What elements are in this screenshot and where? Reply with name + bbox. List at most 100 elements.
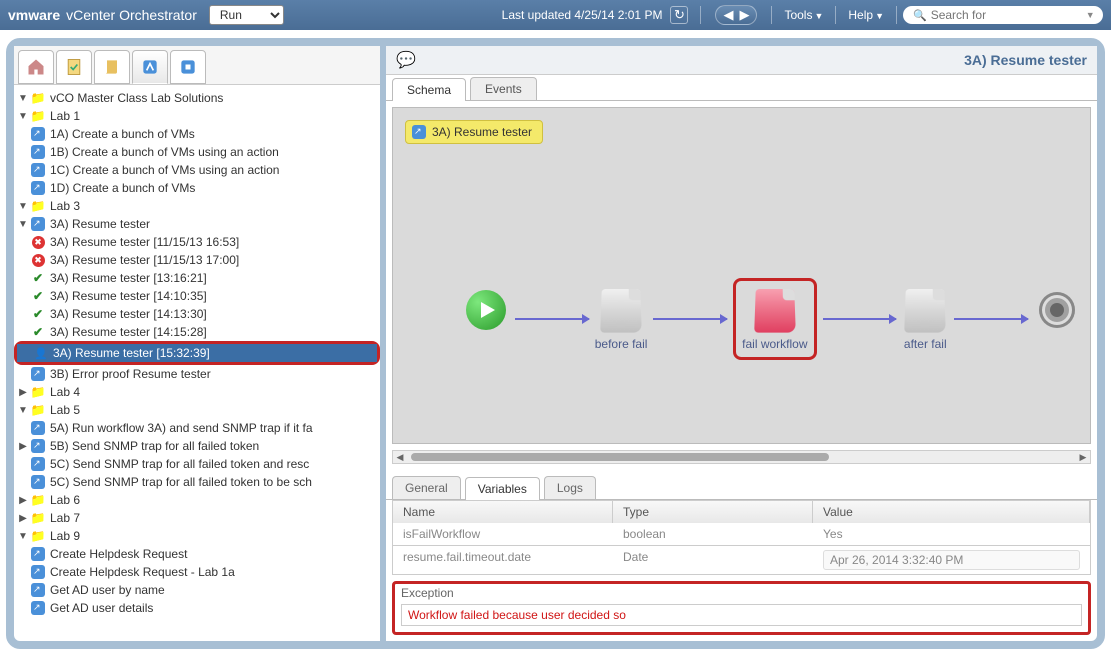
tree-run-ok[interactable]: 3A) Resume tester [14:15:28]	[14, 323, 380, 341]
tree-run-error[interactable]: 3A) Resume tester [11/15/13 16:53]	[14, 233, 380, 251]
last-updated-label: Last updated 4/25/14 2:01 PM	[502, 8, 663, 22]
tree-wf[interactable]: Get AD user by name	[14, 581, 380, 599]
help-menu[interactable]: Help▼	[848, 8, 884, 22]
search-icon: 🔍	[913, 9, 927, 22]
exception-label: Exception	[395, 584, 1088, 602]
tree-wf[interactable]: 5C) Send SNMP trap for all failed token …	[14, 473, 380, 491]
exception-panel: Exception Workflow failed because user d…	[392, 581, 1091, 635]
col-header-value[interactable]: Value	[813, 501, 1090, 523]
tree-wf[interactable]: 5B) Send SNMP trap for all failed token	[14, 437, 380, 455]
col-header-type[interactable]: Type	[613, 501, 813, 523]
tree-wf-3b[interactable]: 3B) Error proof Resume tester	[14, 365, 380, 383]
workflow-tree[interactable]: vCO Master Class Lab Solutions Lab 1 1A)…	[14, 85, 380, 641]
page-title: 3A) Resume tester	[426, 52, 1087, 68]
tree-wf[interactable]: Get AD user details	[14, 599, 380, 617]
highlighted-tree-selection: 3A) Resume tester [15:32:39]	[14, 341, 380, 365]
arrow-icon	[823, 318, 897, 320]
running-icon	[33, 345, 49, 361]
tree-run-error[interactable]: 3A) Resume tester [11/15/13 17:00]	[14, 251, 380, 269]
mode-selector[interactable]: Run	[209, 5, 284, 25]
tree-folder-lab5[interactable]: Lab 5	[14, 401, 380, 419]
exception-message: Workflow failed because user decided so	[401, 604, 1082, 626]
tree-run-ok[interactable]: 3A) Resume tester [13:16:21]	[14, 269, 380, 287]
highlighted-fail-node: fail workflow	[733, 278, 816, 360]
speech-icon[interactable]: 💬	[396, 50, 416, 70]
arrow-icon	[653, 318, 727, 320]
tree-folder-lab4[interactable]: Lab 4	[14, 383, 380, 401]
error-icon	[30, 252, 46, 268]
col-header-name[interactable]: Name	[393, 501, 613, 523]
tree-folder-lab7[interactable]: Lab 7	[14, 509, 380, 527]
tree-run-selected[interactable]: 3A) Resume tester [15:32:39]	[17, 344, 377, 362]
error-icon	[30, 234, 46, 250]
right-header: 💬 3A) Resume tester	[386, 46, 1097, 75]
tree-folder-lab9[interactable]: Lab 9	[14, 527, 380, 545]
script-node-before[interactable]: before fail	[595, 287, 648, 351]
tab-events[interactable]: Events	[470, 77, 537, 100]
arrow-icon	[954, 318, 1028, 320]
start-node[interactable]	[463, 287, 509, 351]
toolbar-scroll-icon[interactable]	[94, 50, 130, 84]
schema-canvas[interactable]: 3A) Resume tester before fail fail workf…	[392, 107, 1091, 444]
left-pane: vCO Master Class Lab Solutions Lab 1 1A)…	[14, 46, 386, 641]
toolbar-tasks-icon[interactable]	[56, 50, 92, 84]
workflow-badge[interactable]: 3A) Resume tester	[405, 120, 543, 144]
toolbar-workflows-icon[interactable]	[132, 50, 168, 84]
nav-back-icon[interactable]: ◀	[720, 7, 736, 23]
start-icon	[466, 290, 506, 330]
table-header: Name Type Value	[392, 500, 1091, 523]
tab-logs[interactable]: Logs	[544, 476, 596, 499]
tree-run-ok[interactable]: 3A) Resume tester [14:13:30]	[14, 305, 380, 323]
tree-wf[interactable]: 5C) Send SNMP trap for all failed token …	[14, 455, 380, 473]
variables-table: Name Type Value isFailWorkflow boolean Y…	[392, 500, 1091, 575]
search-input[interactable]	[931, 8, 1086, 22]
tree-folder-lab1[interactable]: Lab 1	[14, 107, 380, 125]
scroll-left-icon[interactable]: ◀	[393, 452, 407, 463]
nav-arrows: ◀ ▶	[715, 5, 757, 25]
table-row[interactable]: isFailWorkflow boolean Yes	[392, 523, 1091, 546]
tab-variables[interactable]: Variables	[465, 477, 540, 500]
right-pane: 💬 3A) Resume tester Schema Events 3A) Re…	[386, 46, 1097, 641]
end-node[interactable]	[1034, 287, 1080, 351]
check-icon	[30, 288, 46, 304]
value-readonly: Apr 26, 2014 3:32:40 PM	[823, 550, 1080, 570]
tab-schema[interactable]: Schema	[392, 78, 466, 101]
tree-folder-lab6[interactable]: Lab 6	[14, 491, 380, 509]
vmware-logo: vmware	[8, 7, 60, 23]
check-icon	[30, 324, 46, 340]
scroll-right-icon[interactable]: ▶	[1076, 452, 1090, 463]
tree-wf[interactable]: 1D) Create a bunch of VMs	[14, 179, 380, 197]
table-row[interactable]: resume.fail.timeout.date Date Apr 26, 20…	[392, 546, 1091, 575]
workflow-icon	[412, 125, 426, 139]
tab-general[interactable]: General	[392, 476, 461, 499]
tree-run-ok[interactable]: 3A) Resume tester [14:10:35]	[14, 287, 380, 305]
script-node-after[interactable]: after fail	[902, 287, 948, 351]
detail-tabs: General Variables Logs	[386, 470, 1097, 500]
tree-wf[interactable]: Create Helpdesk Request	[14, 545, 380, 563]
check-icon	[30, 270, 46, 286]
toolbar-plugin-icon[interactable]	[170, 50, 206, 84]
search-dropdown-icon[interactable]: ▼	[1086, 10, 1095, 20]
tree-wf[interactable]: 1C) Create a bunch of VMs using an actio…	[14, 161, 380, 179]
horizontal-scrollbar[interactable]: ◀ ▶	[392, 450, 1091, 464]
refresh-icon[interactable]: ↻	[670, 6, 688, 24]
left-toolbar	[14, 46, 380, 85]
script-node-fail[interactable]: fail workflow	[742, 287, 807, 351]
check-icon	[30, 306, 46, 322]
tree-wf[interactable]: 5A) Run workflow 3A) and send SNMP trap …	[14, 419, 380, 437]
nav-fwd-icon[interactable]: ▶	[736, 7, 752, 23]
tree-wf[interactable]: 1B) Create a bunch of VMs using an actio…	[14, 143, 380, 161]
script-fail-icon	[754, 289, 796, 333]
toolbar-home-icon[interactable]	[18, 50, 54, 84]
arrow-icon	[515, 318, 589, 320]
app-name: vCenter Orchestrator	[66, 7, 197, 23]
tree-wf[interactable]: Create Helpdesk Request - Lab 1a	[14, 563, 380, 581]
tree-wf-3a[interactable]: 3A) Resume tester	[14, 215, 380, 233]
tree-folder-lab3[interactable]: Lab 3	[14, 197, 380, 215]
main-frame: vCO Master Class Lab Solutions Lab 1 1A)…	[6, 38, 1105, 649]
header-bar: vmware vCenter Orchestrator Run Last upd…	[0, 0, 1111, 30]
tools-menu[interactable]: Tools▼	[784, 8, 823, 22]
scroll-thumb[interactable]	[411, 453, 829, 461]
tree-root[interactable]: vCO Master Class Lab Solutions	[14, 89, 380, 107]
tree-wf[interactable]: 1A) Create a bunch of VMs	[14, 125, 380, 143]
